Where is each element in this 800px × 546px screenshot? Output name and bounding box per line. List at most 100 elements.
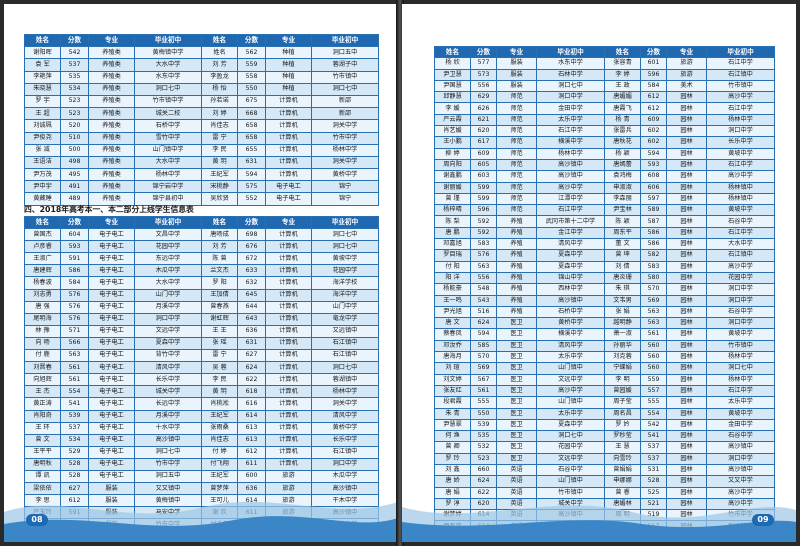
table-cell: 计算机: [265, 409, 312, 423]
table-cell: 竹市中学: [134, 457, 202, 471]
table-cell: 582: [640, 249, 667, 262]
table-cell: 573: [470, 68, 497, 81]
table-cell: 江潭中学: [536, 192, 605, 206]
table-cell: 罗 妗: [604, 418, 641, 432]
column-header: 分数: [60, 215, 89, 230]
table-cell: 卢彦睿: [24, 240, 61, 254]
table-cell: 电子电工: [88, 228, 135, 242]
table-cell: 黄坡中学: [706, 328, 775, 341]
table-cell: 师范: [496, 102, 537, 115]
table-cell: 计算机: [265, 107, 312, 121]
table-cell: 尹卫慧: [434, 68, 471, 81]
left-table-1: 姓名 分数 专业 毕业初中 姓名 分数 专业 毕业初中 谢阳晖 542 养殖类 黄梅镇中学 姓名 562 种…: [24, 33, 379, 206]
table-cell: 495: [60, 168, 89, 182]
table-cell: 李 民: [201, 143, 238, 157]
table-cell: 付飞翔: [201, 457, 238, 471]
table-cell: 计算机: [265, 361, 312, 375]
column-header: 姓名: [201, 215, 238, 230]
table-row: 朱 青 550 医卫 太乐中学 周名昌 554 园林 黄坡中学: [434, 407, 775, 420]
table-row: 付 阳 563 养殖 夏森中学刘 倩 583 园林 高沙中学: [434, 260, 775, 273]
table-cell: 539: [470, 418, 497, 432]
table-cell: 550: [237, 82, 266, 96]
table-cell: 王平平: [24, 445, 61, 459]
table-cell: 609: [470, 147, 497, 160]
table-cell: 计算机: [265, 288, 312, 302]
table-row: 杨 欣 577 服装 水东中学 张容青 601 旅游 石江中学: [434, 57, 775, 70]
table-row: 向旭辉 561 电子电工 长乐中学李 民 622 计算机 蓉湖镇中: [24, 373, 379, 387]
table-cell: 计算机: [265, 252, 312, 266]
table-cell: 竹市镇中: [706, 339, 775, 353]
table-cell: 王小鹏: [434, 136, 471, 149]
table-cell: 510: [60, 131, 89, 145]
table-cell: 王纪军: [201, 409, 238, 423]
table-cell: 付 婷: [201, 445, 238, 459]
column-header: 专业: [88, 33, 135, 48]
table-cell: 园林: [666, 430, 707, 443]
table-cell: 洞口七中: [134, 82, 202, 96]
table-cell: 刘克蓉: [604, 351, 641, 364]
table-row: 陈 梨 592 养殖 武冈市第十二中学陈 颖 587 园林 石谷中学: [434, 215, 775, 228]
table-cell: 尹俊尧: [24, 131, 61, 145]
table-cell: 萧一淑: [604, 328, 641, 341]
table-row: 阳 洋 556 养殖 锦山中学 唐炎珊 580 园林 花园中学: [434, 271, 775, 285]
table-cell: 园林: [666, 113, 707, 127]
table-cell: 550: [470, 407, 497, 420]
table-row: 王平平 529 电子电工 洞口七中付 婷 612 计算机 石江镇中: [24, 445, 379, 459]
table-cell: 养殖: [496, 271, 537, 285]
column-header: 毕业初中: [134, 33, 202, 48]
table-cell: 园林: [666, 204, 707, 217]
table-cell: 575: [237, 180, 266, 194]
table-cell: 621: [470, 113, 497, 127]
table-cell: 清风中学: [536, 238, 605, 251]
table-cell: 新邵: [311, 107, 379, 121]
table-cell: 养殖: [496, 305, 537, 319]
table-cell: 肖佳志: [201, 433, 238, 447]
table-cell: 申淑淑: [604, 181, 641, 194]
table-cell: 580: [640, 271, 667, 285]
table-cell: 养殖: [496, 215, 537, 228]
table-cell: 长乐中学: [134, 373, 202, 387]
table-cell: 养殖类: [88, 143, 135, 157]
table-cell: 黄桥中学: [311, 168, 379, 182]
table-cell: 591: [60, 252, 89, 266]
table-cell: 养殖类: [88, 46, 135, 60]
table-cell: 养殖类: [88, 82, 135, 96]
table-cell: 612: [640, 102, 667, 115]
table-cell: 大水中学: [134, 155, 202, 170]
table-cell: 黄 玥: [201, 385, 238, 399]
table-cell: 师范: [496, 181, 537, 194]
table-cell: 585: [470, 339, 497, 353]
table-cell: 587: [640, 215, 667, 228]
table-cell: 655: [237, 143, 266, 157]
table-cell: 园林: [666, 181, 707, 194]
table-cell: 曾 瑾: [434, 192, 471, 206]
table-cell: 569: [470, 362, 497, 375]
table-cell: 杨林中学: [706, 351, 775, 364]
column-header: 毕业初中: [134, 215, 202, 230]
table-cell: 蓉湖子中: [311, 58, 379, 72]
table-row: 尹中宇 491 养殖类 锦宁岩中学 宋桃静 575 电子电工 锦宁: [24, 180, 379, 194]
table-cell: 医卫: [496, 351, 537, 364]
table-cell: 陈 梨: [434, 215, 471, 228]
table-cell: 张 瑶: [201, 336, 238, 351]
table-cell: 黄 玥: [201, 155, 238, 170]
column-header: 专业: [496, 45, 537, 59]
table-cell: 杨 欣: [434, 57, 471, 70]
table-row: 尾明海 576 电子电工 洞口中学 谢虹辉 643 计算机 竜龙中学: [24, 312, 379, 326]
table-cell: 清风中学: [311, 409, 379, 423]
table-cell: 计算机: [265, 312, 312, 326]
table-cell: 园林: [666, 396, 707, 409]
table-cell: 邓汝乔: [434, 339, 471, 353]
table-row: 蔡春凤 594 医卫 横溪中学 萧一淑 561 园林 黄坡中学: [434, 328, 775, 341]
table-cell: 613: [237, 421, 266, 435]
table-cell: 672: [237, 252, 266, 266]
table-cell: 计算机: [265, 276, 312, 290]
table-row: 尹国慧 556 服装 洞口七中王 政 584 美术 竹市镇中: [434, 79, 775, 93]
table-cell: 洞口七中: [536, 430, 605, 443]
table-row: 刘诚珮 520 养殖类 石桥中学 肖佳志 658 计算机 洞关中学: [24, 119, 379, 133]
table-cell: 电子电工: [88, 252, 135, 266]
table-cell: 罗 阳: [201, 276, 238, 290]
table-cell: 658: [237, 131, 266, 145]
table-cell: 养殖: [496, 283, 537, 296]
table-cell: 雪竹中学: [134, 131, 202, 145]
